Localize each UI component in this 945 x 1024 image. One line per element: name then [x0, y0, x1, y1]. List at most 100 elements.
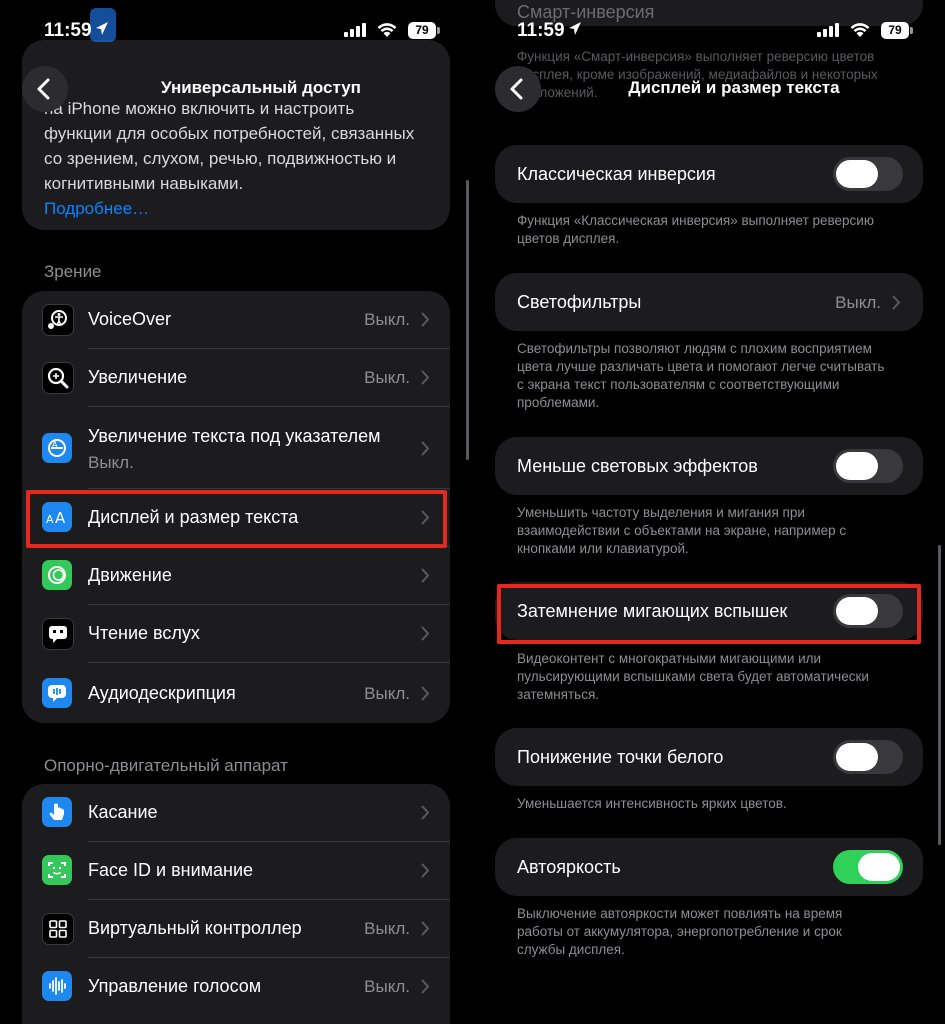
status-bar: 11:59 79: [0, 0, 472, 62]
row-audio-descriptions[interactable]: Аудиодескрипция Выкл.: [22, 665, 450, 723]
row-voice-control[interactable]: Управление голосом Выкл.: [22, 958, 450, 1016]
row-label: Движение: [88, 565, 172, 585]
auto-brightness-footer: Выключение автояркости может повлиять на…: [517, 906, 843, 957]
chevron-right-icon: [421, 441, 430, 456]
touch-hand-icon: [42, 797, 72, 827]
battery-indicator: 79: [408, 22, 436, 39]
row-motion[interactable]: Движение: [22, 547, 450, 605]
row-value: Выкл.: [364, 919, 410, 938]
chevron-right-icon: [421, 979, 430, 994]
row-zoom[interactable]: Увеличение Выкл.: [22, 349, 450, 407]
location-arrow-icon: [96, 22, 108, 35]
section-header-vision: Зрение: [44, 262, 102, 281]
row-label: Управление голосом: [88, 976, 262, 996]
scrollbar[interactable]: [938, 545, 941, 845]
row-label: Увеличение: [88, 367, 188, 387]
classic-invert-toggle[interactable]: [833, 157, 903, 191]
row-label: Касание: [88, 802, 158, 822]
scrollbar[interactable]: [466, 180, 469, 460]
row-hover-text[interactable]: A Увеличение текста под указателем Выкл.: [22, 407, 450, 489]
magnifier-icon: [42, 362, 74, 394]
chevron-right-icon: [421, 568, 430, 583]
row-label: Меньше световых эффектов: [517, 456, 758, 476]
row-voiceover[interactable]: VoiceOver Выкл.: [22, 291, 450, 349]
cellular-signal-icon: [344, 23, 366, 37]
reduce-light-effects-toggle[interactable]: [833, 449, 903, 483]
status-bar: 11:59 79: [473, 0, 945, 62]
row-label: Понижение точки белого: [517, 747, 724, 767]
row-spoken-content[interactable]: Чтение вслух: [22, 605, 450, 663]
chevron-right-icon: [421, 805, 430, 820]
row-value: Выкл.: [364, 310, 410, 329]
chevron-right-icon: [421, 863, 430, 878]
row-classic-invert[interactable]: Классическая инверсия: [495, 145, 923, 203]
chevron-left-icon: [510, 78, 523, 100]
battery-indicator: 79: [881, 22, 909, 39]
row-reduce-white-point[interactable]: Понижение точки белого: [495, 728, 923, 786]
chevron-right-icon: [421, 686, 430, 701]
highlight-frame: [497, 584, 921, 644]
row-subtitle: Выкл.: [88, 453, 134, 472]
reduce-white-point-footer: Уменьшается интенсивность ярких цветов.: [517, 796, 787, 811]
highlight-frame: [26, 490, 447, 548]
toggle-knob: [858, 853, 900, 881]
row-auto-brightness[interactable]: Автояркость: [495, 838, 923, 896]
page-title: Универсальный доступ: [161, 78, 361, 97]
dim-flashing-lights-footer: Видеоконтент с многократными мигающими и…: [517, 651, 869, 702]
reduce-white-point-toggle[interactable]: [833, 740, 903, 774]
row-label: Face ID и внимание: [88, 860, 254, 880]
display-text-size-screen: Смарт-инверсия Функция «Смарт-инверсия» …: [473, 0, 945, 1024]
toggle-knob: [836, 743, 878, 771]
row-reduce-light-effects[interactable]: Меньше световых эффектов: [495, 437, 923, 495]
row-label: Аудиодескрипция: [88, 683, 236, 703]
classic-invert-footer: Функция «Классическая инверсия» выполняе…: [517, 213, 874, 246]
accessibility-screen: на iPhone можно включить и настроить фун…: [0, 0, 472, 1024]
waveform-icon: [42, 971, 72, 1001]
row-value: Выкл.: [835, 293, 881, 312]
section-header-physical-motor: Опорно-двигательный аппарат: [44, 756, 288, 775]
intro-text: на iPhone можно включить и настроить фун…: [44, 99, 415, 218]
hover-text-icon: A: [42, 433, 72, 463]
face-id-icon: [42, 855, 72, 885]
color-filters-footer: Светофильтры позволяют людям с плохим во…: [517, 341, 885, 410]
row-label: Виртуальный контроллер: [88, 918, 302, 938]
battery-tip: [437, 27, 440, 34]
chevron-right-icon: [892, 295, 901, 310]
status-time: 11:59: [517, 20, 565, 41]
reduce-light-effects-footer: Уменьшить частоту выделения и мигания пр…: [517, 505, 847, 556]
grid-icon: [42, 913, 74, 945]
battery-tip: [910, 27, 913, 34]
chevron-right-icon: [421, 370, 430, 385]
motion-icon: [42, 560, 72, 590]
chevron-right-icon: [421, 921, 430, 936]
row-color-filters[interactable]: Светофильтры Выкл.: [495, 273, 923, 331]
status-time: 11:59: [44, 20, 92, 41]
row-label: Увеличение текста под указателем: [88, 426, 381, 446]
page-title: Дисплей и размер текста: [628, 78, 840, 97]
row-switch-control[interactable]: Виртуальный контроллер Выкл.: [22, 900, 450, 958]
audio-description-icon: [42, 678, 72, 708]
row-value: Выкл.: [364, 977, 410, 996]
chevron-left-icon: [37, 78, 50, 100]
row-label: Классическая инверсия: [517, 164, 716, 184]
toggle-knob: [836, 160, 878, 188]
row-label: VoiceOver: [88, 309, 172, 329]
back-button[interactable]: [22, 66, 68, 112]
separator: [88, 662, 450, 663]
svg-text:A: A: [52, 440, 58, 449]
row-face-id-attention[interactable]: Face ID и внимание: [22, 842, 450, 900]
row-label: Чтение вслух: [88, 623, 200, 643]
chevron-right-icon: [421, 626, 430, 641]
cellular-signal-icon: [817, 23, 839, 37]
wifi-icon: [850, 23, 870, 37]
row-label: Автояркость: [517, 857, 621, 877]
auto-brightness-toggle[interactable]: [833, 850, 903, 884]
learn-more-link[interactable]: Подробнее…: [44, 199, 149, 218]
voiceover-icon: [42, 304, 74, 336]
row-value: Выкл.: [364, 684, 410, 703]
row-value: Выкл.: [364, 368, 410, 387]
wifi-icon: [377, 23, 397, 37]
back-button[interactable]: [495, 66, 541, 112]
speech-bubble-icon: [42, 618, 74, 650]
row-touch[interactable]: Касание: [22, 784, 450, 842]
